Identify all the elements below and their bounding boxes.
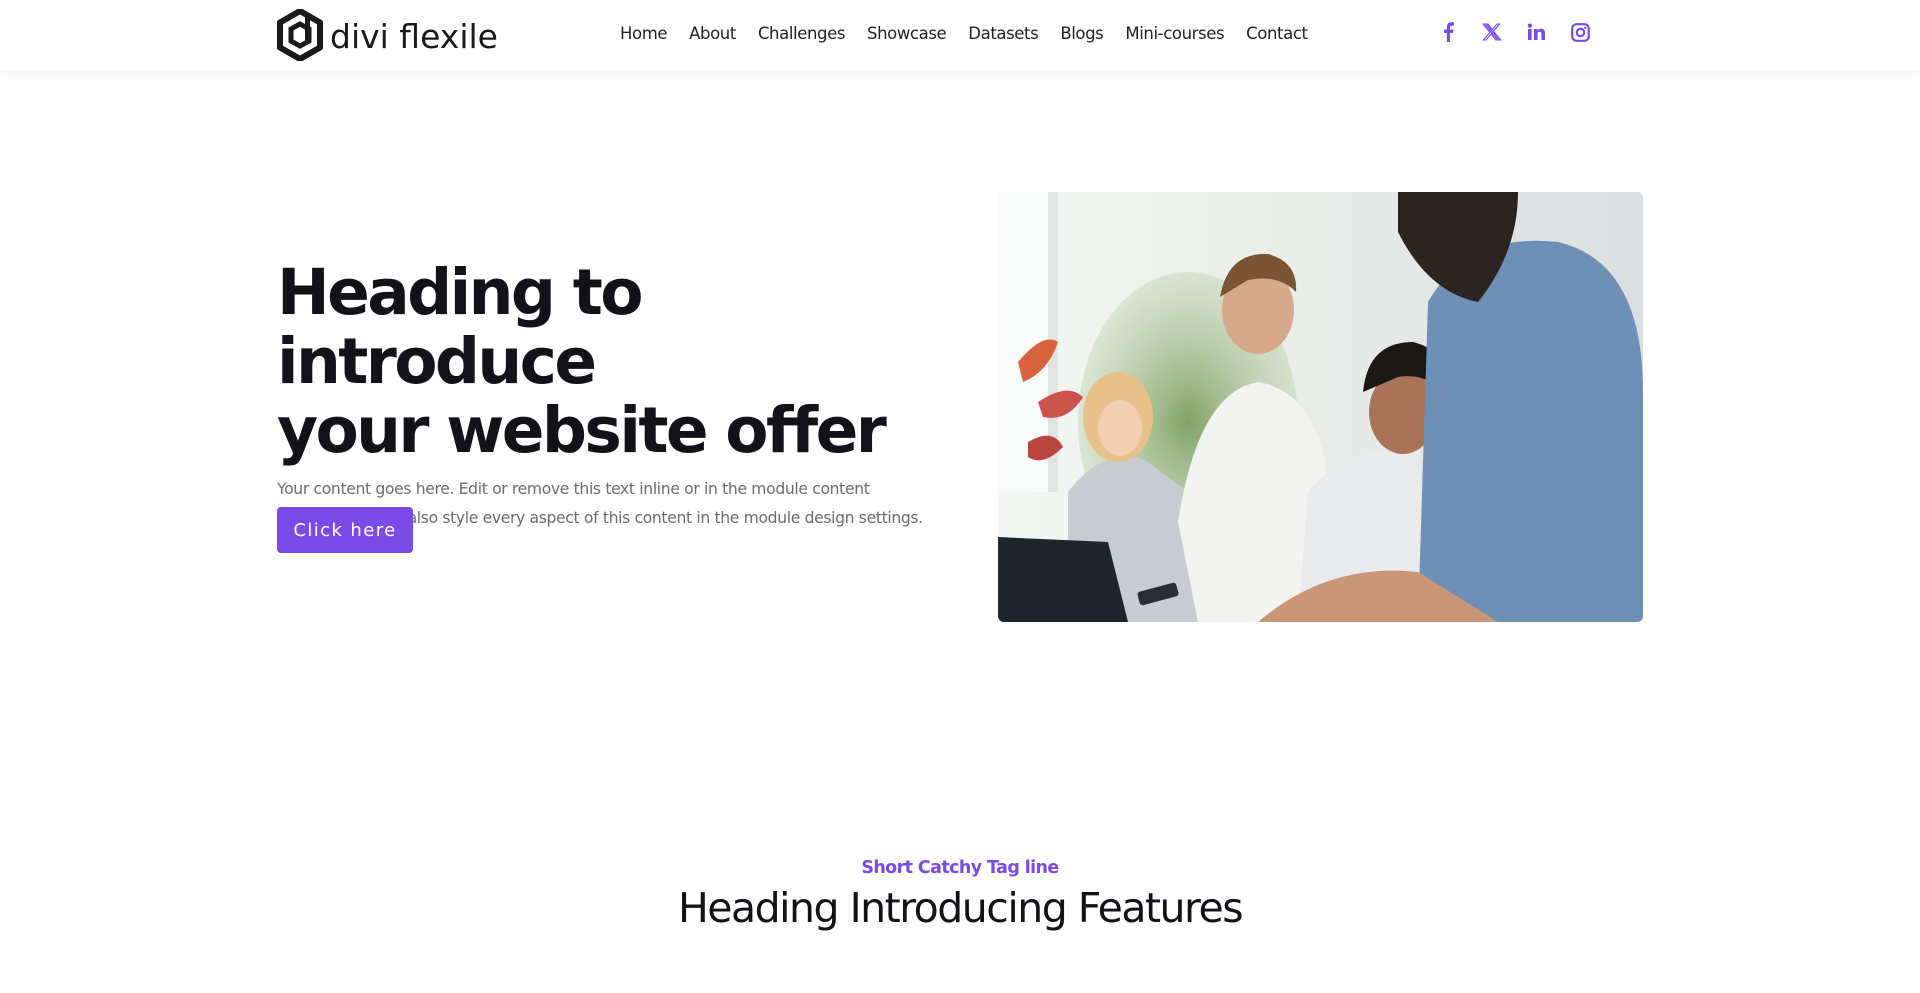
linkedin-icon[interactable] [1524,20,1548,44]
facebook-icon[interactable] [1436,20,1460,44]
team-photo-illustration [998,192,1643,622]
hero-heading-line2: your website offer [277,394,887,467]
hero-heading: Heading to introduce your website offer [277,258,937,465]
nav-mini-courses[interactable]: Mini-courses [1125,24,1224,43]
instagram-icon[interactable] [1568,20,1592,44]
hero-team-photo [998,192,1643,622]
features-intro: Short Catchy Tag line Heading Introducin… [0,858,1920,931]
site-header: divi flexile Home About Challenges Showc… [0,0,1920,71]
site-logo[interactable]: divi flexile [276,9,498,61]
hero-text-block: Heading to introduce your website offer … [277,258,937,533]
click-here-button[interactable]: Click here [277,507,413,553]
social-links [1436,20,1612,44]
logo-text: divi flexile [330,16,498,56]
hero-heading-line1: Heading to introduce [277,256,644,398]
nav-challenges[interactable]: Challenges [758,24,845,43]
logo-hexagon-icon [277,9,323,61]
nav-home[interactable]: Home [620,24,668,43]
x-twitter-icon[interactable] [1480,20,1504,44]
nav-showcase[interactable]: Showcase [867,24,947,43]
features-heading: Heading Introducing Features [677,884,1244,932]
nav-datasets[interactable]: Datasets [968,24,1038,43]
nav-about[interactable]: About [689,24,736,43]
features-tagline: Short Catchy Tag line [861,858,1059,878]
nav-contact[interactable]: Contact [1246,24,1308,43]
main-nav: Home About Challenges Showcase Datasets … [620,24,1308,43]
nav-blogs[interactable]: Blogs [1060,24,1103,43]
